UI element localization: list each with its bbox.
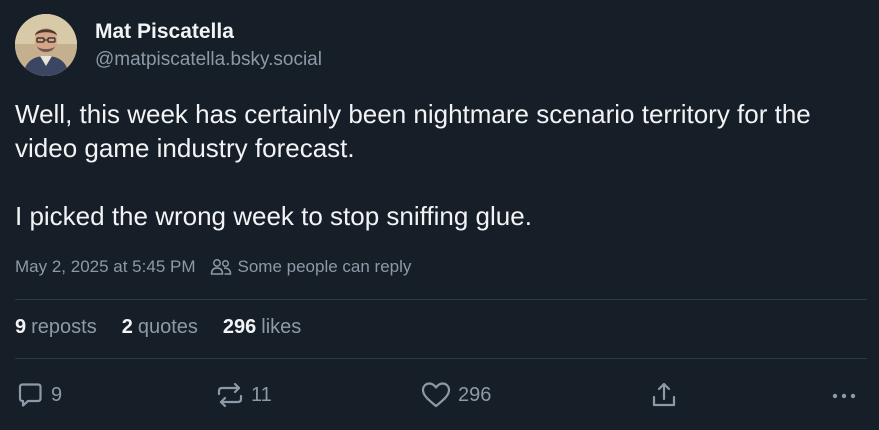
likes-count: 296 [222,316,257,338]
reposts-stat[interactable]: 9 reposts [15,316,97,339]
share-icon [649,380,679,410]
reply-count: 9 [51,383,63,406]
post-header: Mat Piscatella @matpiscatella.bsky.socia… [15,14,322,76]
post-meta: May 2, 2025 at 5:45 PM Some people can r… [15,257,411,277]
post-card: Mat Piscatella @matpiscatella.bsky.socia… [0,0,879,430]
likes-stat[interactable]: 296 likes [223,316,301,339]
reply-setting[interactable]: Some people can reply [238,257,412,277]
author-block: Mat Piscatella @matpiscatella.bsky.socia… [95,18,322,73]
post-stats: 9 reposts 2 quotes 296 likes [15,316,326,339]
speech-bubble-icon [15,380,45,410]
quotes-label: quotes [137,316,198,338]
more-button[interactable] [829,380,859,410]
post-timestamp[interactable]: May 2, 2025 at 5:45 PM [15,257,196,277]
quotes-count: 2 [121,316,133,338]
repost-count: 11 [251,383,272,406]
avatar[interactable] [15,14,77,76]
like-button[interactable]: 296 [420,380,491,410]
avatar-image [15,14,77,76]
post-paragraph: Well, this week has certainly been night… [15,99,811,163]
ellipsis-icon [829,380,859,410]
author-name[interactable]: Mat Piscatella [95,18,322,45]
action-bar: 9 11 296 [15,380,867,414]
divider [15,358,867,359]
post-text: Well, this week has certainly been night… [15,97,860,233]
reposts-count: 9 [15,316,27,338]
divider [15,299,867,300]
post-paragraph: I picked the wrong week to stop sniffing… [15,201,532,231]
repost-button[interactable]: 11 [215,380,272,410]
like-count: 296 [458,383,492,406]
share-button[interactable] [649,380,679,410]
repost-arrows-icon [215,380,245,410]
author-handle[interactable]: @matpiscatella.bsky.social [95,47,322,73]
heart-icon [420,380,452,410]
likes-label: likes [261,316,302,338]
people-icon [210,258,232,276]
reply-button[interactable]: 9 [15,380,62,410]
quotes-stat[interactable]: 2 quotes [122,316,198,339]
reposts-label: reposts [31,316,97,338]
